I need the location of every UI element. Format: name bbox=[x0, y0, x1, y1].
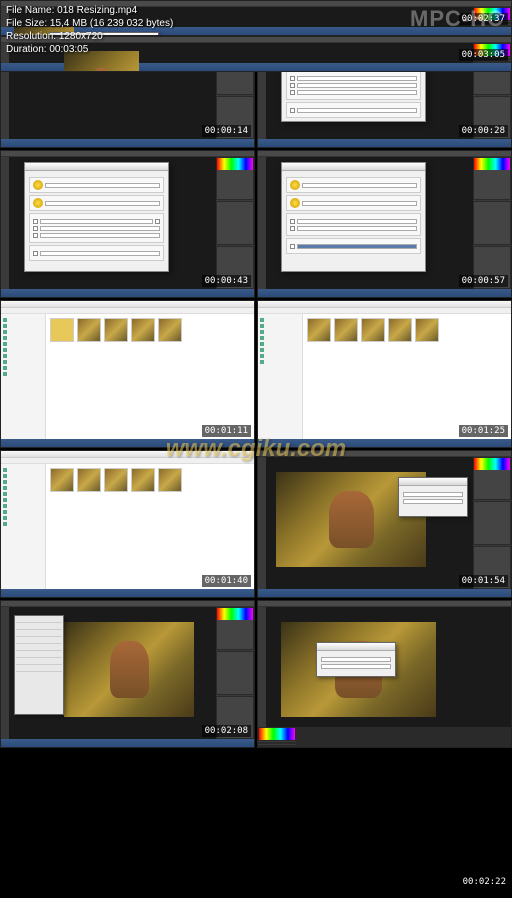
file-thumb bbox=[131, 318, 155, 346]
timestamp: 00:00:57 bbox=[459, 275, 508, 287]
file-thumb bbox=[50, 318, 74, 346]
player-logo: MPC-HC bbox=[410, 6, 504, 32]
thumbnail-10[interactable] bbox=[257, 600, 512, 748]
timestamp: 00:02:08 bbox=[202, 725, 251, 737]
photo-content bbox=[64, 622, 194, 717]
timestamp: 00:01:40 bbox=[202, 575, 251, 587]
file-thumb bbox=[77, 318, 101, 346]
explorer-nav bbox=[1, 314, 46, 439]
file-thumb bbox=[158, 318, 182, 346]
context-menu bbox=[14, 615, 64, 715]
thumbnail-4[interactable]: 00:00:57 bbox=[257, 150, 512, 298]
timestamp: 00:00:14 bbox=[202, 125, 251, 137]
timestamp: 00:01:25 bbox=[459, 425, 508, 437]
thumbnail-7[interactable]: 00:01:40 bbox=[0, 450, 255, 598]
timestamp: 00:00:28 bbox=[459, 125, 508, 137]
image-processor-dialog bbox=[24, 162, 169, 272]
taskbar bbox=[1, 139, 254, 147]
thumbnail-3[interactable]: 00:00:43 bbox=[0, 150, 255, 298]
file-thumb bbox=[104, 318, 128, 346]
timestamp: 00:00:43 bbox=[202, 275, 251, 287]
dialog-box bbox=[316, 642, 396, 677]
thumbnail-5[interactable]: 00:01:11 bbox=[0, 300, 255, 448]
dialog-box bbox=[398, 477, 468, 517]
explorer-content bbox=[46, 314, 254, 439]
timestamp: 00:01:54 bbox=[459, 575, 508, 587]
file-info-overlay: File Name: 018 Resizing.mp4 File Size: 1… bbox=[0, 0, 512, 60]
thumbnail-6[interactable]: 00:01:25 bbox=[257, 300, 512, 448]
thumbnail-9[interactable]: 00:02:08 bbox=[0, 600, 255, 748]
image-processor-dialog bbox=[281, 162, 426, 272]
thumbnail-8[interactable]: 00:01:54 bbox=[257, 450, 512, 598]
info-duration: Duration: 00:03:05 bbox=[6, 43, 506, 56]
timestamp: 00:01:11 bbox=[202, 425, 251, 437]
timestamp: 00:02:22 bbox=[460, 876, 509, 888]
thumbnail-grid: 00:00:14 bbox=[0, 0, 512, 898]
